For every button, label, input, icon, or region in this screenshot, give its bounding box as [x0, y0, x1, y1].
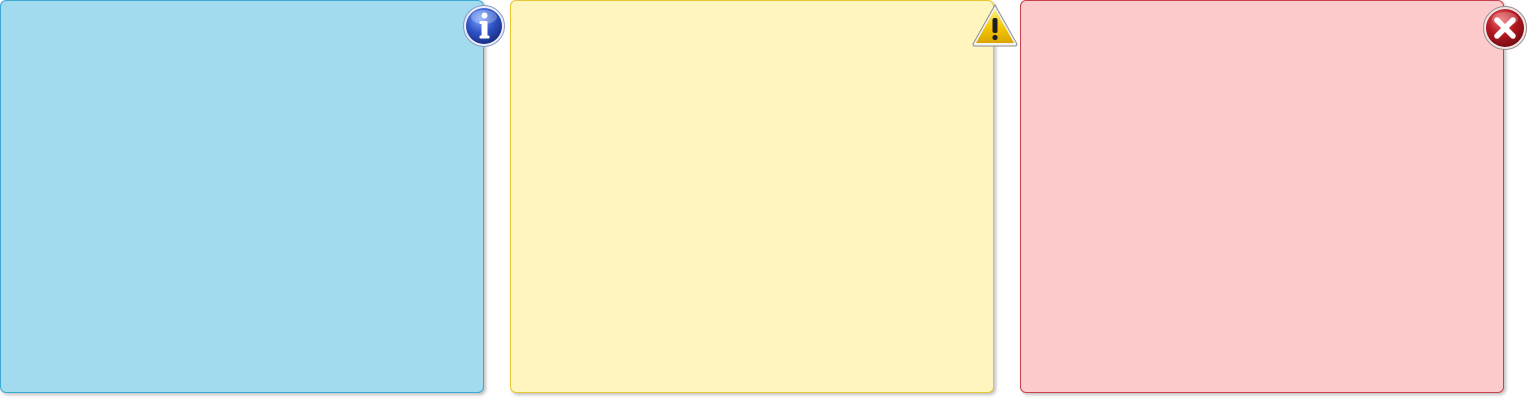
error-panel [1020, 0, 1504, 393]
warning-icon [971, 3, 1019, 47]
warning-panel [510, 0, 994, 393]
info-panel [0, 0, 484, 393]
info-icon [462, 4, 506, 48]
error-icon [1482, 5, 1528, 51]
message-panels [0, 0, 1530, 400]
